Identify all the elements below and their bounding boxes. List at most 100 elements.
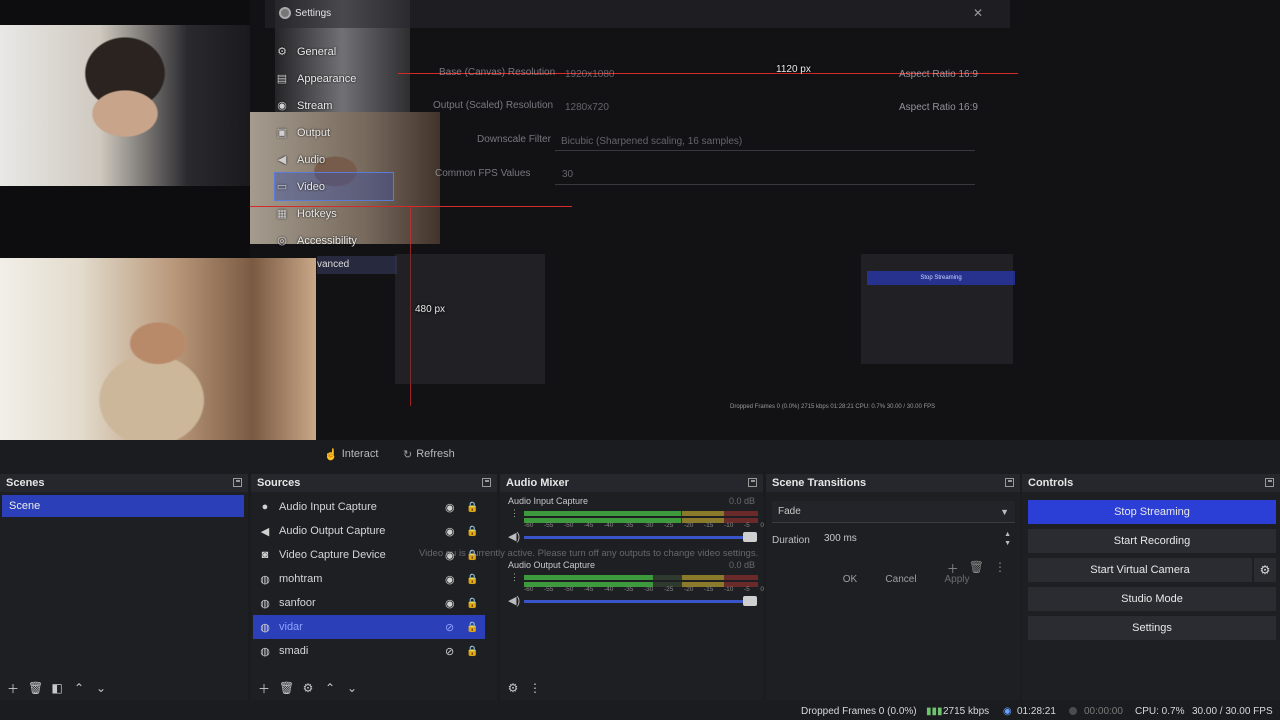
volume-icon[interactable]: ◀) xyxy=(508,594,520,607)
source-item[interactable]: ◍ smadi ⊘ 🔒 xyxy=(253,639,497,663)
fps-value[interactable]: 30 xyxy=(562,169,573,180)
transition-select[interactable]: Fade ▼ xyxy=(772,501,1015,523)
add-icon[interactable]: ＋ xyxy=(6,680,20,697)
move-up-icon[interactable]: ⌃ xyxy=(323,681,337,695)
filter-icon[interactable]: ◧ xyxy=(50,681,64,695)
undock-icon[interactable] xyxy=(1265,478,1274,487)
refresh-label: Refresh xyxy=(416,448,455,460)
scene-item[interactable]: Scene xyxy=(2,495,244,517)
source-item[interactable]: ◍ mohtram ◉ 🔒 xyxy=(253,567,497,591)
cancel-button[interactable]: Cancel xyxy=(882,569,920,589)
globe-icon: ◍ xyxy=(260,645,270,658)
lock-icon[interactable]: 🔒 xyxy=(466,526,478,537)
interact-button[interactable]: ☝ Interact xyxy=(324,444,378,464)
settings-button[interactable]: Settings xyxy=(1028,616,1276,640)
mixer-settings-icon[interactable]: ⚙ xyxy=(506,681,520,695)
kebab-menu-icon[interactable]: ⋮ xyxy=(528,681,542,695)
preview-canvas[interactable]: Settings ✕ ⚙ General ▤ Appearance ◉ Stream … xyxy=(0,0,1280,440)
scenes-dock: Scenes Scene ＋ 🗑 ◧ ⌃ ⌄ xyxy=(0,474,248,700)
move-down-icon[interactable]: ⌄ xyxy=(94,681,108,695)
nav-item-stream[interactable]: ◉ Stream xyxy=(275,92,415,119)
ghost-stop-streaming: Stop Streaming xyxy=(867,271,1015,285)
downscale-value[interactable]: Bicubic (Sharpened scaling, 16 samples) xyxy=(561,136,742,147)
meter-red xyxy=(724,575,758,580)
lock-icon[interactable]: 🔒 xyxy=(466,598,478,609)
gear-icon[interactable]: ⚙ xyxy=(301,681,315,695)
nav-item-appearance[interactable]: ▤ Appearance xyxy=(275,65,415,92)
spinner-icon[interactable]: ▲ ▼ xyxy=(1004,530,1011,548)
lock-icon[interactable]: 🔒 xyxy=(466,646,478,657)
channel-db: 0.0 dB xyxy=(728,560,755,570)
stream-icon: ◉ xyxy=(1003,706,1012,717)
close-icon[interactable]: ✕ xyxy=(973,6,983,20)
nav-item-accessibility[interactable]: ◎ Accessibility xyxy=(275,227,415,254)
hidden-icon[interactable]: ⊘ xyxy=(445,621,454,634)
undock-icon[interactable] xyxy=(748,478,757,487)
undock-icon[interactable] xyxy=(1005,478,1014,487)
webcam-feed-top[interactable] xyxy=(0,25,250,186)
fps-label[interactable]: Common FPS Values xyxy=(435,168,530,179)
meter-tick-label: -5 xyxy=(744,522,750,529)
nav-item-audio[interactable]: ◀ Audio xyxy=(275,146,415,173)
volume-slider[interactable] xyxy=(524,600,756,603)
source-item[interactable]: ● Audio Input Capture ◉ 🔒 xyxy=(253,495,497,519)
add-icon[interactable]: ＋ xyxy=(257,680,271,697)
base-resolution-value[interactable]: 1920x1080 xyxy=(565,69,615,80)
volume-icon[interactable]: ◀) xyxy=(508,530,520,543)
lock-icon[interactable]: 🔒 xyxy=(466,574,478,585)
move-up-icon[interactable]: ⌃ xyxy=(72,681,86,695)
meter-tick-label: -60 xyxy=(524,522,534,529)
refresh-button[interactable]: ↻ Refresh xyxy=(403,444,455,464)
meter-tick-label: 0 xyxy=(760,586,764,593)
visibility-icon[interactable]: ◉ xyxy=(445,597,455,610)
trash-icon[interactable]: 🗑 xyxy=(279,681,294,695)
mixer-channel: Audio Output Capture 0.0 dB ⋮ -60 -55 -50-… xyxy=(500,556,764,620)
lock-icon[interactable]: 🔒 xyxy=(466,622,478,633)
height-measure-label: 480 px xyxy=(415,304,446,315)
level-meter xyxy=(524,511,758,516)
volume-slider-handle[interactable] xyxy=(743,596,757,606)
volume-slider[interactable] xyxy=(524,536,756,539)
start-virtual-camera-button[interactable]: Start Virtual Camera xyxy=(1028,558,1252,582)
source-item-selected[interactable]: ◍ vidar ⊘ 🔒 xyxy=(253,615,485,639)
undock-icon[interactable] xyxy=(233,478,242,487)
nav-item-hotkeys[interactable]: ▦ Hotkeys xyxy=(275,200,415,227)
studio-mode-button[interactable]: Studio Mode xyxy=(1028,587,1276,611)
chevron-down-icon: ▼ xyxy=(1000,507,1009,517)
virtual-camera-gear-icon[interactable]: ⚙ xyxy=(1254,558,1276,582)
settings-title: Settings xyxy=(295,8,332,19)
lock-icon[interactable]: 🔒 xyxy=(466,502,478,513)
move-down-icon[interactable]: ⌄ xyxy=(345,681,359,695)
output-resolution-value[interactable]: 1280x720 xyxy=(565,102,609,113)
stop-streaming-button[interactable]: Stop Streaming xyxy=(1028,500,1276,524)
trash-icon[interactable]: 🗑 xyxy=(28,681,43,695)
nav-label: Stream xyxy=(297,99,333,112)
meter-tick-label: -50 xyxy=(564,522,574,529)
nav-item-output[interactable]: ▣ Output xyxy=(275,119,415,146)
source-item[interactable]: ◀ Audio Output Capture ◉ 🔒 xyxy=(253,519,497,543)
apply-button[interactable]: Apply xyxy=(940,569,974,589)
visibility-icon[interactable]: ◉ xyxy=(445,525,455,538)
meter-green xyxy=(524,511,681,516)
kebab-menu-icon[interactable]: ⋮ xyxy=(510,508,519,519)
globe-icon: ◍ xyxy=(260,573,270,586)
scenes-title-text: Scenes xyxy=(6,477,45,489)
nav-item-general[interactable]: ⚙ General xyxy=(275,38,415,65)
source-item[interactable]: ◍ sanfoor ◉ 🔒 xyxy=(253,591,497,615)
hidden-icon[interactable]: ⊘ xyxy=(445,645,454,658)
start-recording-button[interactable]: Start Recording xyxy=(1028,529,1276,553)
nav-label: Hotkeys xyxy=(297,207,337,220)
undock-icon[interactable] xyxy=(482,478,491,487)
visibility-icon[interactable]: ◉ xyxy=(445,573,455,586)
nav-item-video[interactable]: ▭ Video xyxy=(274,172,394,201)
meter-ticks: -60 -55 -50 -45 -40 -35 -30 -25 -20 -15 -10 -5 0 xyxy=(524,586,764,593)
kebab-menu-icon[interactable]: ⋮ xyxy=(510,572,519,583)
duration-input[interactable]: 300 ms ▲ ▼ xyxy=(818,528,1015,550)
kebab-menu-icon[interactable]: ⋮ xyxy=(994,560,1006,577)
accessibility-icon: ◎ xyxy=(277,235,287,247)
nav-item-advanced[interactable]: vanced xyxy=(317,256,397,274)
visibility-icon[interactable]: ◉ xyxy=(445,501,455,514)
volume-slider-handle[interactable] xyxy=(743,532,757,542)
ok-button[interactable]: OK xyxy=(836,569,864,589)
source-label: mohtram xyxy=(279,573,323,585)
